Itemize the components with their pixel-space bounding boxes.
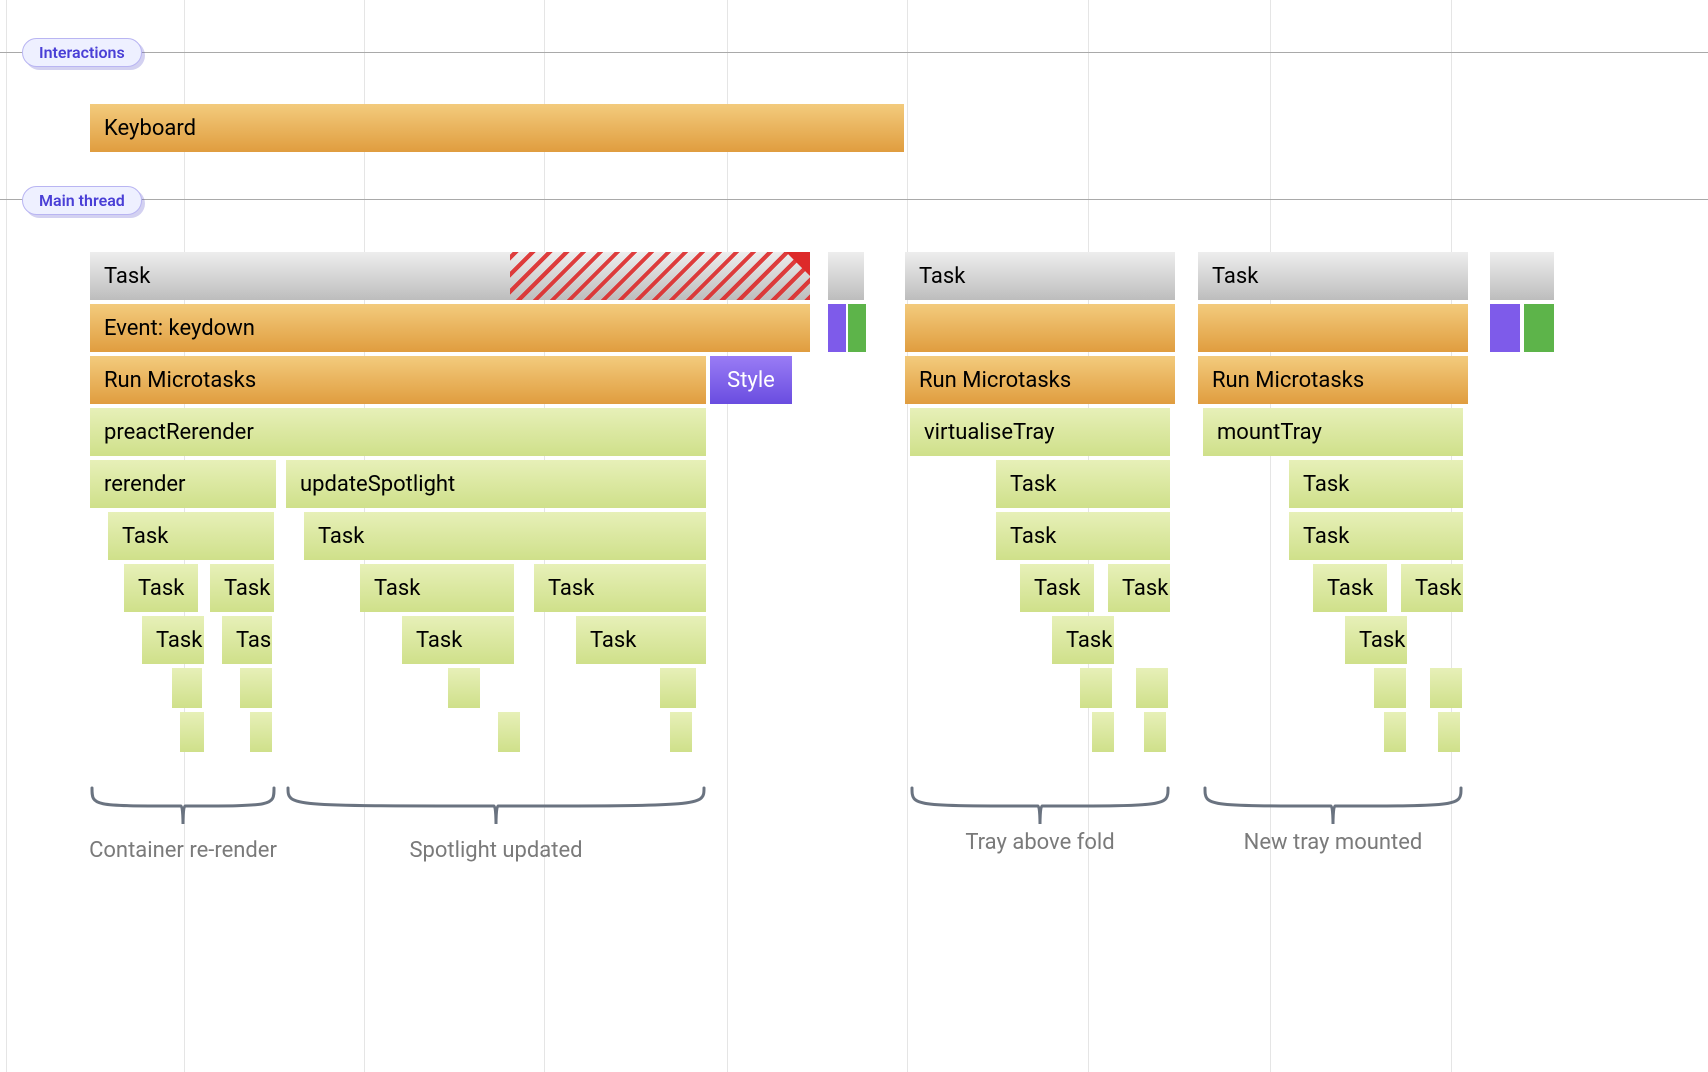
caption-spotlight-updated: Spotlight updated [366, 838, 626, 863]
interactions-rule [0, 52, 1708, 53]
event-keydown[interactable]: Event: keydown [90, 304, 810, 352]
task-c-r7-2[interactable]: Task [1401, 564, 1463, 612]
task-a-r7-2[interactable]: Task [210, 564, 274, 612]
task-a-r9-1[interactable] [172, 668, 202, 708]
task-c-r7-1[interactable]: Task [1313, 564, 1387, 612]
track-label-interactions[interactable]: Interactions [22, 38, 142, 67]
task-b-r9-1[interactable] [1080, 668, 1112, 708]
task-b-r7-1[interactable]: Task [1020, 564, 1094, 612]
interaction-keyboard[interactable]: Keyboard [90, 104, 904, 152]
task-c-r10-1[interactable] [1384, 712, 1406, 752]
task-b-r7-2[interactable]: Task [1108, 564, 1170, 612]
track-label-main-thread[interactable]: Main thread [22, 186, 142, 215]
task-b-r10-2[interactable] [1144, 712, 1166, 752]
task-block-d[interactable] [1490, 252, 1554, 300]
task-a-r9-4[interactable] [660, 668, 696, 708]
task-a-r9-3[interactable] [448, 668, 480, 708]
task-a-r8-2[interactable]: Task [222, 616, 272, 664]
task-a-r7-3[interactable]: Task [360, 564, 514, 612]
brace-spotlight-updated [286, 778, 706, 834]
task-b-r10-1[interactable] [1092, 712, 1114, 752]
caption-container-rerender: Container re-render [53, 838, 313, 863]
task-a-r10-4[interactable] [670, 712, 692, 752]
task-block-a2[interactable] [828, 252, 864, 300]
task-label: Task [104, 264, 150, 289]
task-a-r6-1[interactable]: Task [108, 512, 274, 560]
brace-new-tray-mounted [1203, 778, 1463, 834]
caption-new-tray-mounted: New tray mounted [1203, 830, 1463, 855]
task-c-r9-1[interactable] [1374, 668, 1406, 708]
caption-tray-above-fold: Tray above fold [910, 830, 1170, 855]
task-a-r9-2[interactable] [240, 668, 272, 708]
task-a-r8-1[interactable]: Task [142, 616, 204, 664]
microtasks-b[interactable]: Run Microtasks [905, 356, 1175, 404]
render-chip-green-d[interactable] [1524, 304, 1554, 352]
long-task-indicator [510, 252, 810, 300]
task-b-r6[interactable]: Task [996, 512, 1170, 560]
virtualise-tray[interactable]: virtualiseTray [910, 408, 1170, 456]
task-c-r10-2[interactable] [1438, 712, 1460, 752]
task-c-r5[interactable]: Task [1289, 460, 1463, 508]
task-b-r5[interactable]: Task [996, 460, 1170, 508]
task-a-r8-3[interactable]: Task [402, 616, 514, 664]
microtasks-a[interactable]: Run Microtasks [90, 356, 706, 404]
task-block-c[interactable]: Task [1198, 252, 1468, 300]
task-a-r10-3[interactable] [498, 712, 520, 752]
main-thread-rule [0, 199, 1708, 200]
task-c-r8[interactable]: Task [1345, 616, 1407, 664]
style-block[interactable]: Style [710, 356, 792, 404]
task-block-a[interactable]: Task [90, 252, 810, 300]
task-b-r8[interactable]: Task [1052, 616, 1114, 664]
task-c-r9-2[interactable] [1430, 668, 1462, 708]
task-a-r10-2[interactable] [250, 712, 272, 752]
event-block-b[interactable] [905, 304, 1175, 352]
preact-rerender[interactable]: preactRerender [90, 408, 706, 456]
task-a-r7-1[interactable]: Task [124, 564, 198, 612]
mount-tray[interactable]: mountTray [1203, 408, 1463, 456]
render-chip-green-a[interactable] [848, 304, 866, 352]
event-block-c[interactable] [1198, 304, 1468, 352]
task-b-r9-2[interactable] [1136, 668, 1168, 708]
brace-tray-above-fold [910, 778, 1170, 834]
microtasks-c[interactable]: Run Microtasks [1198, 356, 1468, 404]
task-block-b[interactable]: Task [905, 252, 1175, 300]
task-a-r10-1[interactable] [180, 712, 204, 752]
rerender[interactable]: rerender [90, 460, 276, 508]
task-a-r8-4[interactable]: Task [576, 616, 706, 664]
render-chip-purple-d[interactable] [1490, 304, 1520, 352]
task-c-r6[interactable]: Task [1289, 512, 1463, 560]
render-chip-purple-a[interactable] [828, 304, 846, 352]
brace-container-rerender [90, 778, 276, 834]
task-a-r7-4[interactable]: Task [534, 564, 706, 612]
update-spotlight[interactable]: updateSpotlight [286, 460, 706, 508]
task-a-r6-2[interactable]: Task [304, 512, 706, 560]
